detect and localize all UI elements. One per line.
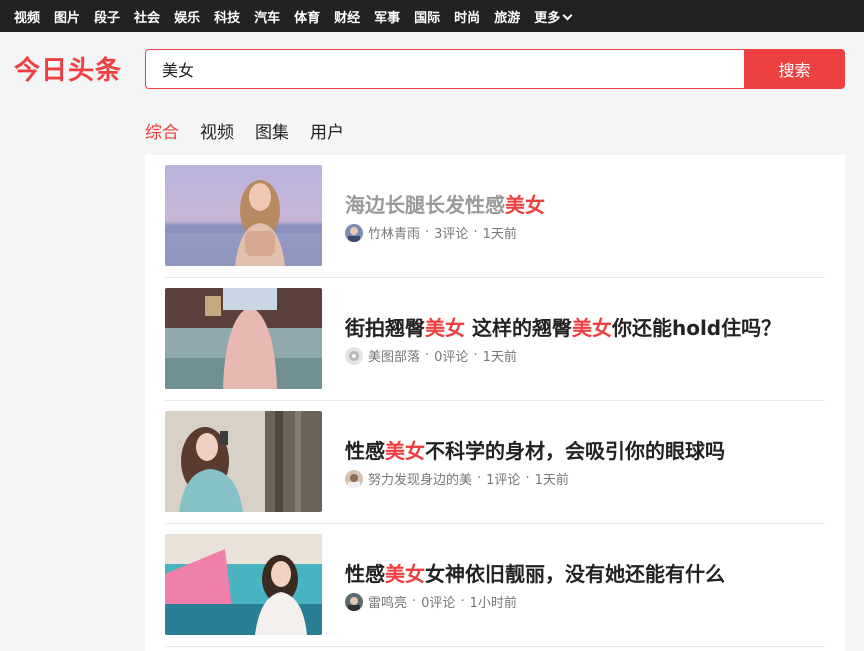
nav-item-military[interactable]: 军事 <box>374 7 400 26</box>
title-highlight: 美女 <box>385 562 425 586</box>
title-text: 不科学的身材，会吸引你的眼球吗 <box>425 439 725 463</box>
separator-dot: · <box>412 594 417 609</box>
avatar[interactable] <box>345 592 363 611</box>
nav-item-jokes[interactable]: 段子 <box>94 7 120 26</box>
tab-video[interactable]: 视频 <box>200 118 234 143</box>
comment-count: 0评论 <box>421 596 456 611</box>
result-meta: 竹林青雨 · 3评论 · 1天前 <box>345 223 517 242</box>
result-thumbnail[interactable] <box>165 165 322 266</box>
title-highlight: 美女 <box>385 439 425 463</box>
comment-count: 0评论 <box>434 350 469 365</box>
result-item: 海边长腿长发性感美女 竹林青雨 · 3评论 · 1天前 <box>165 155 825 278</box>
nav-item-travel[interactable]: 旅游 <box>494 7 520 26</box>
avatar[interactable] <box>345 223 363 242</box>
search-button[interactable]: 搜索 <box>744 49 845 89</box>
nav-item-fashion[interactable]: 时尚 <box>454 7 480 26</box>
title-text: 你还能hold住吗？ <box>611 316 782 340</box>
nav-more-label: 更多 <box>534 10 561 26</box>
result-meta: 努力发现身边的美 · 1评论 · 1天前 <box>345 469 569 488</box>
title-highlight: 美女 <box>425 316 465 340</box>
author-name[interactable]: 努力发现身边的美 <box>368 469 472 488</box>
result-title[interactable]: 海边长腿长发性感美女 <box>345 189 545 218</box>
title-text: 女神依旧靓丽，没有她还能有什么 <box>425 562 725 586</box>
result-title[interactable]: 性感美女不科学的身材，会吸引你的眼球吗 <box>345 435 725 464</box>
post-time: 1天前 <box>482 227 517 242</box>
nav-item-society[interactable]: 社会 <box>134 7 160 26</box>
nav-item-international[interactable]: 国际 <box>414 7 440 26</box>
nav-item-video[interactable]: 视频 <box>14 7 40 26</box>
chevron-down-icon <box>562 10 573 20</box>
nav-item-entertainment[interactable]: 娱乐 <box>174 7 200 26</box>
result-item: 街拍翘臀美女 这样的翘臀美女你还能hold住吗？ 美图部落 · 0评论 · 1天… <box>165 278 825 401</box>
author-name[interactable]: 雷鸣亮 <box>368 592 407 611</box>
avatar[interactable] <box>345 469 363 488</box>
result-item: 性感美女女神依旧靓丽，没有她还能有什么 雷鸣亮 · 0评论 · 1小时前 <box>165 524 825 647</box>
title-highlight: 美女 <box>505 193 545 217</box>
title-text: 性感 <box>345 439 385 463</box>
separator-dot: · <box>473 348 478 363</box>
separator-dot: · <box>425 225 430 240</box>
title-highlight: 美女 <box>571 316 612 340</box>
search-input[interactable] <box>146 58 745 80</box>
title-text: 街拍翘臀 <box>345 316 425 340</box>
tab-gallery[interactable]: 图集 <box>255 118 289 143</box>
separator-dot: · <box>477 471 482 486</box>
author-name[interactable]: 竹林青雨 <box>368 223 420 242</box>
nav-item-tech[interactable]: 科技 <box>214 7 240 26</box>
comment-count: 1评论 <box>486 473 521 488</box>
separator-dot: · <box>473 225 478 240</box>
title-text: 这样的翘臀 <box>465 316 572 340</box>
site-logo[interactable]: 今日头条 <box>14 50 122 87</box>
result-thumbnail[interactable] <box>165 411 322 512</box>
nav-item-finance[interactable]: 财经 <box>334 7 360 26</box>
result-meta: 美图部落 · 0评论 · 1天前 <box>345 346 517 365</box>
separator-dot: · <box>460 594 465 609</box>
result-title[interactable]: 性感美女女神依旧靓丽，没有她还能有什么 <box>345 558 725 587</box>
result-item: 性感美女不科学的身材，会吸引你的眼球吗 努力发现身边的美 · 1评论 · 1天前 <box>165 401 825 524</box>
avatar[interactable] <box>345 346 363 365</box>
result-thumbnail[interactable] <box>165 288 322 389</box>
top-nav-bar: 视频 图片 段子 社会 娱乐 科技 汽车 体育 财经 军事 国际 时尚 旅游 更… <box>0 0 864 32</box>
title-text: 海边长腿长发性感 <box>345 193 505 217</box>
tab-comprehensive[interactable]: 综合 <box>145 118 179 143</box>
author-name[interactable]: 美图部落 <box>368 346 420 365</box>
post-time: 1天前 <box>482 350 517 365</box>
result-title[interactable]: 街拍翘臀美女 这样的翘臀美女你还能hold住吗？ <box>345 312 781 341</box>
post-time: 1天前 <box>534 473 569 488</box>
nav-item-sports[interactable]: 体育 <box>294 7 320 26</box>
comment-count: 3评论 <box>434 227 469 242</box>
nav-item-more[interactable]: 更多 <box>534 7 573 26</box>
search-box <box>145 49 745 89</box>
result-tabs: 综合 视频 图集 用户 <box>145 118 365 143</box>
result-meta: 雷鸣亮 · 0评论 · 1小时前 <box>345 592 517 611</box>
post-time: 1小时前 <box>469 596 517 611</box>
nav-item-images[interactable]: 图片 <box>54 7 80 26</box>
result-thumbnail[interactable] <box>165 534 322 635</box>
title-text: 性感 <box>345 562 385 586</box>
tab-users[interactable]: 用户 <box>310 118 344 143</box>
nav-item-auto[interactable]: 汽车 <box>254 7 280 26</box>
separator-dot: · <box>425 348 430 363</box>
results-list: 海边长腿长发性感美女 竹林青雨 · 3评论 · 1天前 街拍翘臀美女 这样的翘臀… <box>145 155 845 651</box>
separator-dot: · <box>525 471 530 486</box>
